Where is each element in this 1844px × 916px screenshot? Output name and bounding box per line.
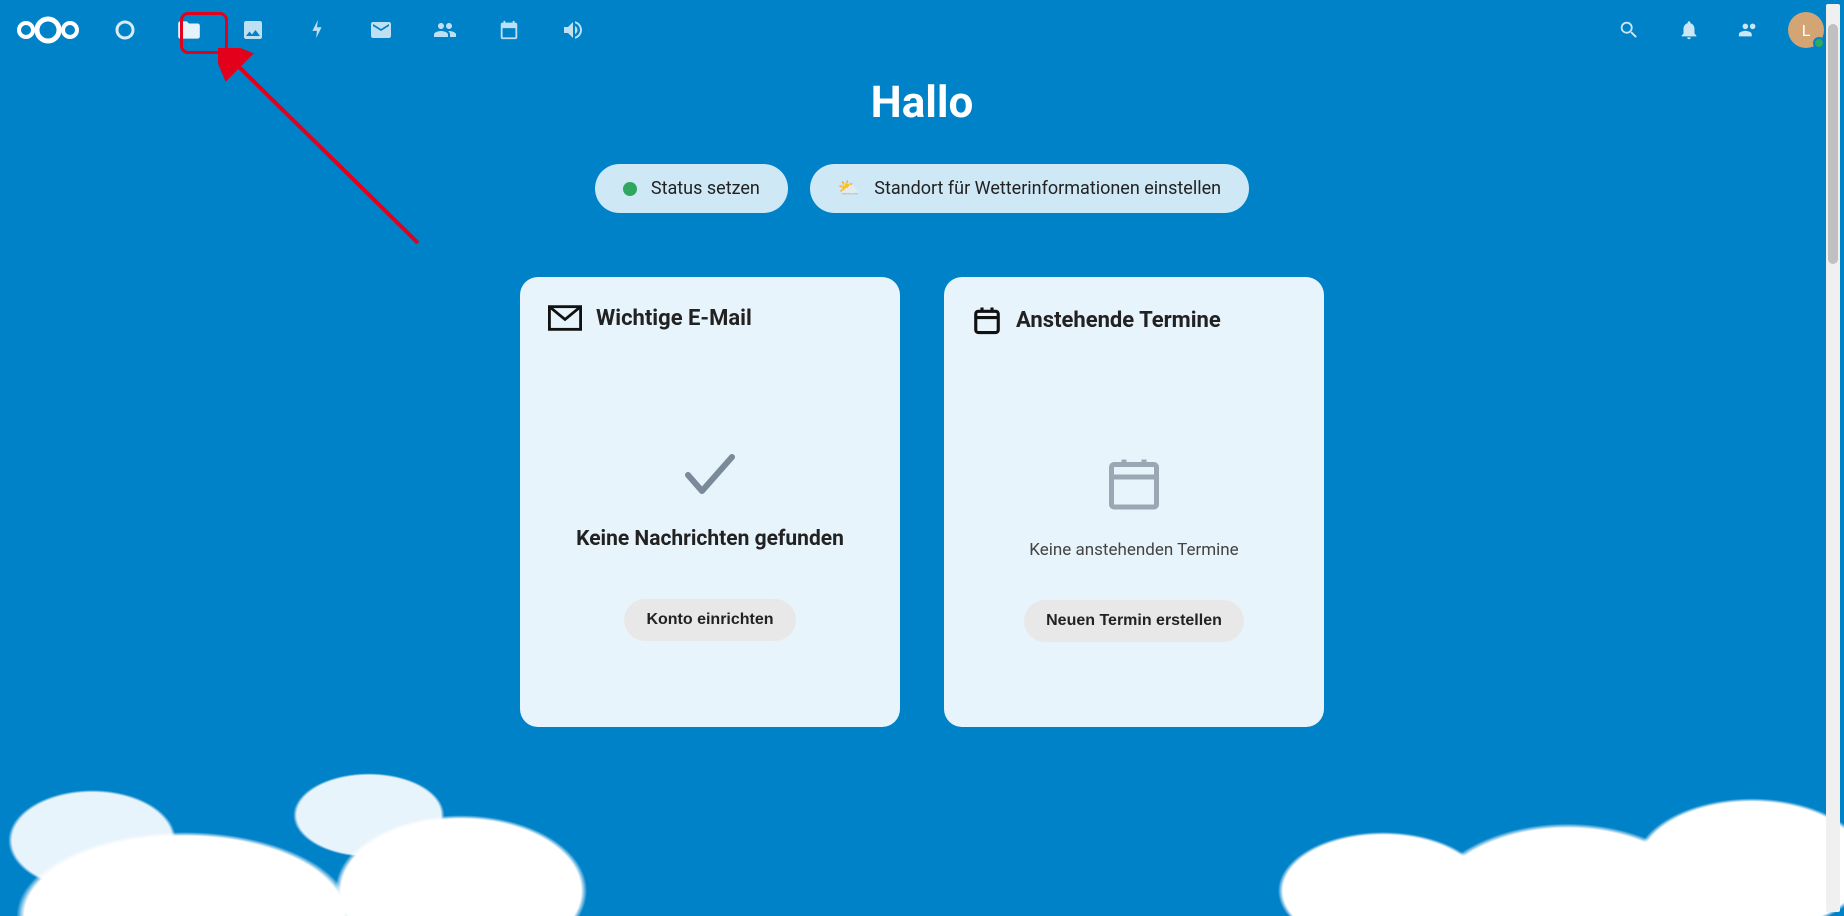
status-pill[interactable]: Status setzen: [595, 164, 788, 213]
nav-contacts[interactable]: [424, 9, 466, 51]
status-pills: Status setzen ⛅ Standort für Wetterinfor…: [0, 164, 1844, 213]
mail-widget-body: Keine Nachrichten gefunden Konto einrich…: [548, 391, 872, 699]
mail-setup-button[interactable]: Konto einrichten: [624, 599, 795, 641]
greeting-title: Hallo: [0, 76, 1844, 128]
contacts-menu-button[interactable]: [1728, 9, 1770, 51]
online-status-dot: [1813, 37, 1825, 49]
user-avatar[interactable]: L: [1788, 12, 1824, 48]
nav-calendar[interactable]: [488, 9, 530, 51]
lightning-icon: [306, 19, 328, 41]
status-online-dot-icon: [623, 182, 637, 196]
nav-talk[interactable]: [552, 9, 594, 51]
calendar-widget-body: Keine anstehenden Termine Neuen Termin e…: [972, 395, 1296, 699]
search-icon: [1618, 19, 1640, 41]
checkmark-icon: [680, 449, 740, 499]
weather-pill[interactable]: ⛅ Standort für Wetterinformationen einst…: [810, 164, 1249, 213]
mail-widget: Wichtige E-Mail Keine Nachrichten gefund…: [520, 277, 900, 727]
search-button[interactable]: [1608, 9, 1650, 51]
nav-files[interactable]: [168, 9, 210, 51]
calendar-bold-icon: [972, 305, 1002, 335]
dashboard-content: Hallo Status setzen ⛅ Standort für Wette…: [0, 0, 1844, 727]
nav-icons-group: [104, 9, 594, 51]
nav-activity[interactable]: [296, 9, 338, 51]
nav-mail[interactable]: [360, 9, 402, 51]
mail-widget-title: Wichtige E-Mail: [596, 306, 752, 331]
calendar-widget-header: Anstehende Termine: [972, 305, 1296, 335]
calendar-widget: Anstehende Termine Keine anstehenden Ter…: [944, 277, 1324, 727]
mail-widget-header: Wichtige E-Mail: [548, 305, 872, 331]
weather-pill-label: Standort für Wetterinformationen einstel…: [874, 178, 1221, 199]
image-icon: [241, 18, 265, 42]
people-icon: [433, 18, 457, 42]
folder-icon: [176, 17, 202, 43]
volume-icon: [561, 18, 585, 42]
calendar-create-button[interactable]: Neuen Termin erstellen: [1024, 600, 1244, 642]
calendar-outline-icon: [1104, 452, 1164, 512]
circle-outline-icon: [113, 18, 137, 42]
notifications-button[interactable]: [1668, 9, 1710, 51]
calendar-widget-title: Anstehende Termine: [1016, 308, 1221, 333]
mail-empty-message: Keine Nachrichten gefunden: [576, 527, 844, 551]
nextcloud-logo-icon: [12, 12, 84, 48]
bell-icon: [1678, 19, 1700, 41]
calendar-empty-message: Keine anstehenden Termine: [1029, 540, 1238, 560]
weather-sun-icon: ⛅: [838, 178, 860, 199]
contacts-icon: [1738, 19, 1760, 41]
top-bar: L: [0, 0, 1844, 60]
mail-icon: [369, 18, 393, 42]
calendar-icon: [498, 19, 520, 41]
nav-photos[interactable]: [232, 9, 274, 51]
right-icons-group: L: [1608, 9, 1824, 51]
widgets-row: Wichtige E-Mail Keine Nachrichten gefund…: [0, 277, 1844, 727]
avatar-initial: L: [1802, 21, 1811, 40]
envelope-icon: [548, 305, 582, 331]
nav-dashboard[interactable]: [104, 9, 146, 51]
nextcloud-logo[interactable]: [12, 12, 84, 48]
status-pill-label: Status setzen: [651, 178, 760, 199]
